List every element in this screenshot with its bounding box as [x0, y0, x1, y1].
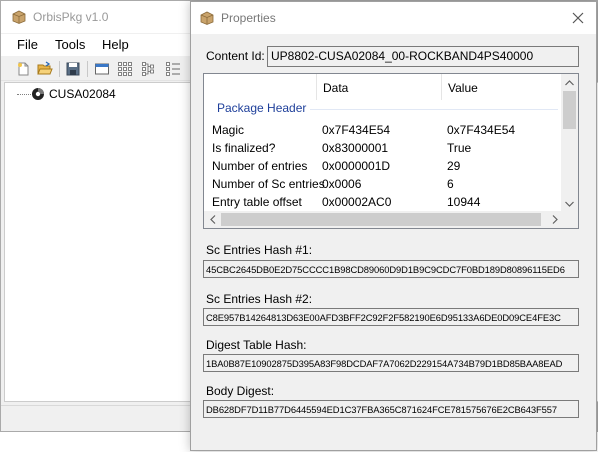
toolbar-separator	[59, 61, 60, 77]
tree-node-label: CUSA02084	[49, 87, 116, 101]
scroll-left-icon[interactable]	[204, 211, 221, 228]
menu-help[interactable]: Help	[102, 37, 129, 52]
row-value: 0x7F434E54	[447, 123, 516, 137]
list-view-icon[interactable]	[165, 61, 181, 77]
row-value: 10944	[447, 195, 481, 209]
row-data: 0x00002AC0	[322, 195, 392, 209]
scrollbar-corner	[561, 211, 578, 228]
tree-connector-line	[17, 94, 31, 95]
row-data: 0x0000001D	[322, 159, 391, 173]
open-folder-icon[interactable]	[37, 61, 53, 77]
toolbar-separator	[87, 61, 88, 77]
scroll-up-icon[interactable]	[561, 74, 578, 91]
row-data: 0x0006	[322, 177, 362, 191]
tree-view-icon[interactable]	[141, 61, 157, 77]
body-digest-label: Body Digest:	[206, 384, 275, 398]
horizontal-scroll-thumb[interactable]	[221, 213, 541, 226]
content-id-label: Content Id:	[206, 49, 265, 63]
package-box-icon	[12, 10, 26, 24]
dialog-title-bar[interactable]: Properties	[191, 2, 596, 34]
column-header-value[interactable]: Value	[442, 74, 563, 100]
digest-table-hash-label: Digest Table Hash:	[206, 338, 307, 352]
sc-entries-hash-1-label: Sc Entries Hash #1:	[206, 243, 313, 257]
menu-tools[interactable]: Tools	[55, 37, 85, 52]
row-value: 6	[447, 177, 454, 191]
group-divider	[310, 109, 558, 110]
group-header[interactable]: Package Header	[217, 101, 306, 115]
row-name: Entry table offset	[212, 195, 302, 209]
properties-dialog: Properties Content Id: UP8802-CUSA02084_…	[190, 1, 597, 451]
row-value: True	[447, 141, 472, 155]
list-row[interactable]: Number of Sc entries 0x0006 6	[204, 175, 563, 193]
row-name: Number of entries	[212, 159, 308, 173]
sc-entries-hash-2-field[interactable]: C8E957B14264813D63E00AFD3BFF2C92F2F58219…	[203, 308, 579, 326]
column-header-name[interactable]	[204, 74, 317, 100]
new-file-icon[interactable]	[15, 61, 31, 77]
sc-entries-hash-2-label: Sc Entries Hash #2:	[206, 292, 313, 306]
list-row[interactable]: Magic 0x7F434E54 0x7F434E54	[204, 121, 563, 139]
package-box-icon	[200, 11, 214, 25]
grid-icon[interactable]	[117, 61, 133, 77]
dialog-title: Properties	[221, 11, 276, 25]
header-list-view[interactable]: Data Value Package Header Magic 0x7F434E…	[203, 73, 579, 229]
list-row[interactable]: Entry table offset 0x00002AC0 10944	[204, 193, 563, 211]
disc-icon	[32, 88, 44, 100]
row-name: Is finalized?	[212, 141, 276, 155]
horizontal-scrollbar[interactable]	[204, 211, 563, 228]
list-row[interactable]: Is finalized? 0x83000001 True	[204, 139, 563, 157]
sc-entries-hash-1-field[interactable]: 45CBC2645DB0E2D75CCCC1B98CD89060D9D1B9C9…	[203, 260, 579, 278]
row-name: Magic	[212, 123, 245, 137]
row-value: 29	[447, 159, 461, 173]
close-icon[interactable]	[568, 8, 588, 28]
row-name: Number of Sc entries	[212, 177, 325, 191]
content-id-field[interactable]: UP8802-CUSA02084_00-ROCKBAND4PS40000	[267, 46, 579, 67]
row-data: 0x83000001	[322, 141, 389, 155]
digest-table-hash-field[interactable]: 1BA0B87E10902875D395A83F98DCDAF7A7062D22…	[203, 354, 579, 372]
row-data: 0x7F434E54	[322, 123, 391, 137]
scroll-down-icon[interactable]	[561, 195, 578, 212]
window-icon[interactable]	[94, 61, 110, 77]
main-window-title: OrbisPkg v1.0	[33, 10, 109, 24]
vertical-scrollbar[interactable]	[561, 74, 578, 212]
save-icon[interactable]	[65, 61, 81, 77]
column-header-data[interactable]: Data	[317, 74, 442, 100]
list-header: Data Value	[204, 74, 563, 100]
vertical-scroll-thumb[interactable]	[563, 91, 576, 129]
list-row[interactable]: Number of entries 0x0000001D 29	[204, 157, 563, 175]
menu-file[interactable]: File	[17, 37, 38, 52]
body-digest-field[interactable]: DB628DF7D11B77D6445594ED1C37FBA365C87162…	[203, 400, 579, 418]
